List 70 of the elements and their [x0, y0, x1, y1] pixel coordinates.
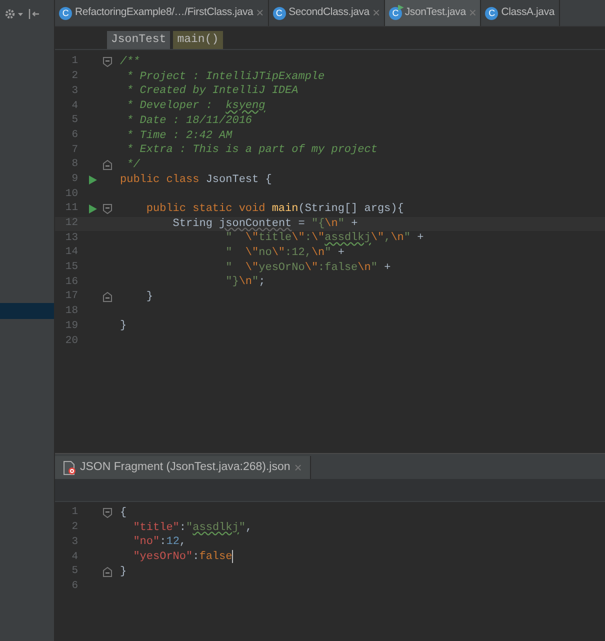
- class-icon: C: [272, 6, 286, 20]
- line-number: 18: [64, 304, 79, 320]
- line-number: 6: [70, 128, 79, 143]
- code-line: * Project : IntelliJTipExample: [126, 70, 325, 85]
- line-number: 6: [70, 578, 79, 594]
- breadcrumb[interactable]: main(): [173, 31, 223, 49]
- fold-icon[interactable]: [103, 508, 112, 518]
- editor-tab[interactable]: C RefactoringExample8/…/FirstClass.java ×: [55, 0, 269, 26]
- code-line: "title":"assdlkj",: [132, 520, 252, 536]
- code-line: * Created by IntelliJ IDEA: [126, 84, 298, 100]
- line-number: 2: [70, 520, 79, 536]
- class-icon: C: [59, 6, 72, 20]
- fold-icon[interactable]: [103, 567, 112, 578]
- line-number: 10: [64, 186, 79, 202]
- code-line: " \"yesOrNo\":false\n" +: [224, 260, 391, 276]
- code-line: "yesOrNo":false: [132, 549, 234, 566]
- breadcrumb[interactable]: JsonTest: [107, 31, 170, 49]
- code-line: }: [120, 319, 127, 334]
- line-number: 11: [64, 201, 79, 216]
- code-line: * Developer : ksyeng: [126, 99, 266, 114]
- code-line: }: [145, 290, 154, 306]
- line-number: 3: [70, 84, 79, 99]
- line-number: 4: [70, 550, 79, 565]
- code-line: * Date : 18/11/2016: [126, 114, 252, 129]
- code-line: * Extra : This is a part of my project: [126, 143, 378, 158]
- fold-icon[interactable]: [103, 57, 112, 68]
- line-number: 13: [64, 230, 79, 246]
- settings-icon[interactable]: [4, 8, 24, 20]
- close-icon[interactable]: ×: [372, 3, 380, 23]
- line-number: 14: [64, 245, 79, 260]
- class-icon: C: [485, 6, 498, 20]
- code-line: }: [120, 564, 127, 580]
- code-line: " \"title\":\"assdlkj\",\n" +: [224, 231, 424, 246]
- editor-tab[interactable]: C ClassA.java: [481, 0, 560, 26]
- fold-icon[interactable]: [103, 292, 112, 302]
- code-line: * Time : 2:42 AM: [126, 128, 232, 144]
- line-number: 3: [70, 534, 79, 550]
- line-number: 5: [70, 113, 79, 128]
- fold-icon[interactable]: [103, 160, 112, 170]
- editor-tab[interactable]: C JsonTest.java ×: [384, 0, 482, 26]
- code-line: */: [126, 158, 140, 173]
- line-number: 15: [64, 260, 79, 276]
- class-icon: C: [388, 6, 402, 20]
- code-line: {: [120, 506, 127, 522]
- code-line: public class JsonTest {: [120, 172, 272, 188]
- run-icon[interactable]: [88, 174, 96, 185]
- line-number: 20: [64, 334, 79, 349]
- close-icon[interactable]: ×: [256, 3, 264, 23]
- line-number: 19: [64, 318, 79, 334]
- line-number: 5: [70, 564, 79, 580]
- line-number: 7: [70, 142, 79, 158]
- run-icon[interactable]: [88, 204, 96, 214]
- code-line: String jsonContent = "{\n" +: [172, 216, 358, 232]
- code-line: /**: [120, 55, 140, 70]
- line-number: 8: [70, 157, 79, 172]
- line-number: 9: [70, 172, 79, 187]
- line-number: 1: [70, 505, 79, 520]
- line-number: 16: [64, 274, 79, 290]
- line-number: 17: [64, 289, 79, 304]
- line-number: 1: [70, 54, 79, 70]
- line-number: 2: [70, 69, 79, 84]
- collapse-icon[interactable]: [28, 8, 40, 20]
- fold-icon[interactable]: [103, 204, 112, 214]
- line-number: 4: [70, 98, 79, 114]
- code-line: " \"no\":12,\n" +: [224, 246, 344, 262]
- editor-tab[interactable]: C SecondClass.java ×: [268, 0, 385, 26]
- code-line: "no":12,: [132, 535, 186, 550]
- code-line: public static void main(String[] args){: [145, 202, 404, 217]
- editor-tab[interactable]: JSON Fragment (JsonTest.java:268).json ×: [55, 456, 311, 479]
- code-line: "}\n";: [224, 275, 266, 290]
